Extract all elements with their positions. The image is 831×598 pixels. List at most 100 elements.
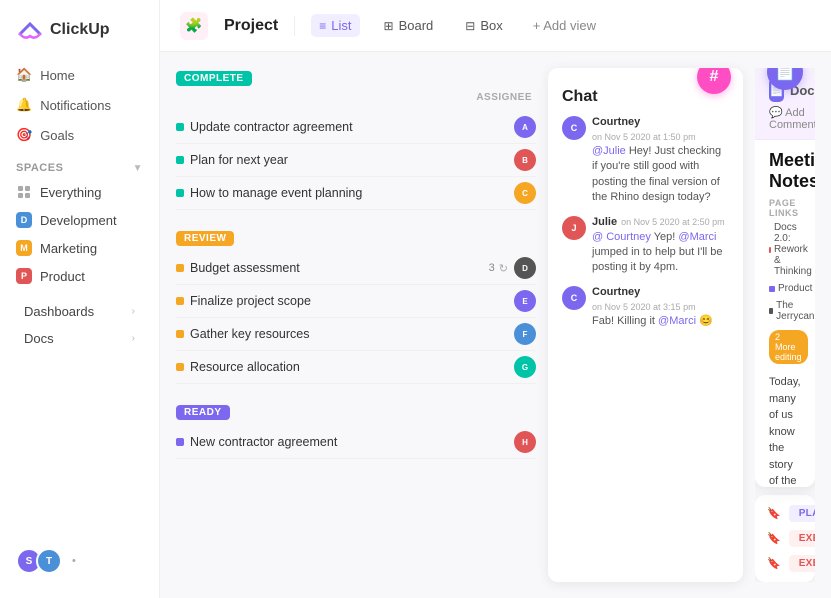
doc-link-chip[interactable]: Docs 2.0: Rework & Thinking [769, 222, 815, 277]
bookmark-icon-1: 🔖 [767, 507, 781, 520]
task-row[interactable]: Budget assessment 3 ↻ D [176, 252, 536, 285]
app-name: ClickUp [50, 21, 110, 39]
chat-message-1: C Courtney on Nov 5 2020 at 1:50 pm @Jul… [562, 116, 729, 206]
sidebar-item-notifications[interactable]: 🔔 Notifications [8, 90, 151, 120]
hashtag-icon: # [710, 68, 719, 86]
tab-box-label: Box [480, 18, 502, 33]
product-dot: P [16, 268, 32, 284]
assignee-avatar: C [514, 182, 536, 204]
doc-body: Meeting Notes PAGE LINKS Docs 2.0: Rewor… [755, 140, 815, 487]
assignee-avatar: A [514, 116, 536, 138]
chat-avatar-courtney-2: C [562, 286, 586, 310]
chat-mention: @Marci [678, 231, 716, 243]
badge-ready: READY [176, 405, 230, 420]
sidebar-item-notifications-label: Notifications [40, 98, 111, 113]
project-icon: 🧩 [180, 12, 208, 40]
chat-body-1: Courtney on Nov 5 2020 at 1:50 pm @Julie… [592, 116, 729, 206]
task-count: 3 [489, 262, 495, 274]
avatar-2: T [36, 548, 62, 574]
bookmark-icon-3: 🔖 [767, 557, 781, 570]
tab-list[interactable]: ≡ List [311, 14, 359, 37]
chat-mention: @ Courtney [592, 231, 651, 243]
task-dot [176, 297, 184, 305]
task-panel: COMPLETE ASSIGNEE Update contractor agre… [176, 68, 536, 582]
chip-dot [769, 308, 773, 314]
task-row[interactable]: Update contractor agreement A [176, 111, 536, 144]
task-row[interactable]: Resource allocation G [176, 351, 536, 384]
chat-header-row: Julie on Nov 5 2020 at 2:50 pm [592, 216, 729, 228]
sidebar-item-everything[interactable]: Everything [8, 178, 151, 206]
sidebar-item-development[interactable]: D Development [8, 206, 151, 234]
chat-time: on Nov 5 2020 at 1:50 pm [592, 132, 696, 142]
chat-time: on Nov 5 2020 at 2:50 pm [621, 217, 725, 227]
page-title: Project [224, 17, 278, 35]
doc-link-chip[interactable]: The Jerrycan [769, 300, 815, 322]
logo: ClickUp [0, 12, 159, 60]
sidebar-item-docs[interactable]: Docs › [8, 325, 151, 352]
chat-sender: Courtney [592, 286, 640, 298]
docs-actions: 💬 Add Comment Settings [769, 106, 801, 131]
tag-row: 🔖 EXECUTION 💬 [767, 530, 803, 547]
tag-row: 🔖 PLANNING 💬 [767, 505, 803, 522]
badge-complete: COMPLETE [176, 71, 252, 86]
product-label: Product [40, 269, 85, 284]
add-view-label: + Add view [533, 18, 596, 33]
task-row[interactable]: New contractor agreement H [176, 426, 536, 459]
refresh-icon[interactable]: ↻ [499, 262, 508, 275]
chat-sender: Julie [592, 216, 617, 228]
user-dot: • [72, 555, 76, 567]
tab-box[interactable]: ⊟ Box [457, 14, 510, 37]
section-ready: READY New contractor agreement H [176, 402, 536, 459]
sidebar-nav: 🏠 Home 🔔 Notifications 🎯 Goals [0, 60, 159, 150]
task-dot [176, 189, 184, 197]
tab-board[interactable]: ⊞ Board [376, 14, 442, 37]
chat-text: @Julie Hey! Just checking if you're stil… [592, 144, 729, 206]
task-name: Gather key resources [190, 327, 508, 341]
tag-chip-planning[interactable]: PLANNING [789, 505, 815, 522]
sidebar: ClickUp 🏠 Home 🔔 Notifications 🎯 Goals S… [0, 0, 160, 598]
doc-meeting-title: Meeting Notes [769, 150, 801, 192]
assignee-avatar: F [514, 323, 536, 345]
sidebar-item-home-label: Home [40, 68, 75, 83]
tag-chip-execution-1[interactable]: EXECUTION [789, 530, 815, 547]
doc-text: Today, many of us know the story of the … [769, 374, 801, 487]
task-name: New contractor agreement [190, 435, 508, 449]
chip-dot [769, 247, 771, 253]
add-view-button[interactable]: + Add view [527, 14, 602, 37]
tags-panel: 🔖 PLANNING 💬 🔖 EXECUTION 💬 🔖 EXECUTION 💬 [755, 495, 815, 582]
add-comment-button[interactable]: 💬 Add Comment [769, 106, 815, 131]
task-dot [176, 363, 184, 371]
tag-row: 🔖 EXECUTION 💬 [767, 555, 803, 572]
sidebar-item-product[interactable]: P Product [8, 262, 151, 290]
goals-icon: 🎯 [16, 127, 32, 143]
section-review: REVIEW Budget assessment 3 ↻ D Finalize … [176, 228, 536, 384]
assignee-avatar: B [514, 149, 536, 171]
task-row[interactable]: How to manage event planning C [176, 177, 536, 210]
spaces-section-label: Spaces ▼ [0, 150, 159, 178]
task-row[interactable]: Finalize project scope E [176, 285, 536, 318]
assignee-avatar: E [514, 290, 536, 312]
chevron-icon: ▼ [133, 163, 143, 174]
task-row[interactable]: Gather key resources F [176, 318, 536, 351]
badge-review: REVIEW [176, 231, 234, 246]
chat-header-row: Courtney on Nov 5 2020 at 1:50 pm [592, 116, 729, 142]
chat-mention: @Marci [658, 315, 696, 327]
doc-link-chip[interactable]: Product [769, 283, 812, 294]
link-label: Product [778, 283, 812, 294]
chat-message-2: J Julie on Nov 5 2020 at 2:50 pm @ Court… [562, 216, 729, 276]
user-avatars: S T [16, 548, 62, 574]
sidebar-item-marketing[interactable]: M Marketing [8, 234, 151, 262]
task-dot [176, 264, 184, 272]
tag-chip-execution-2[interactable]: EXECUTION [789, 555, 815, 572]
box-icon: ⊟ [465, 19, 475, 33]
chat-avatar-julie: J [562, 216, 586, 240]
logo-icon [16, 16, 44, 44]
chat-header-row: Courtney on Nov 5 2020 at 3:15 pm [592, 286, 729, 312]
task-name: Update contractor agreement [190, 120, 508, 134]
chat-body-3: Courtney on Nov 5 2020 at 3:15 pm Fab! K… [592, 286, 729, 329]
sidebar-item-dashboards[interactable]: Dashboards › [8, 298, 151, 325]
task-row[interactable]: Plan for next year B [176, 144, 536, 177]
sidebar-item-home[interactable]: 🏠 Home [8, 60, 151, 90]
page-header: 🧩 Project ≡ List ⊞ Board ⊟ Box + Add vie… [160, 0, 831, 52]
sidebar-item-goals[interactable]: 🎯 Goals [8, 120, 151, 150]
